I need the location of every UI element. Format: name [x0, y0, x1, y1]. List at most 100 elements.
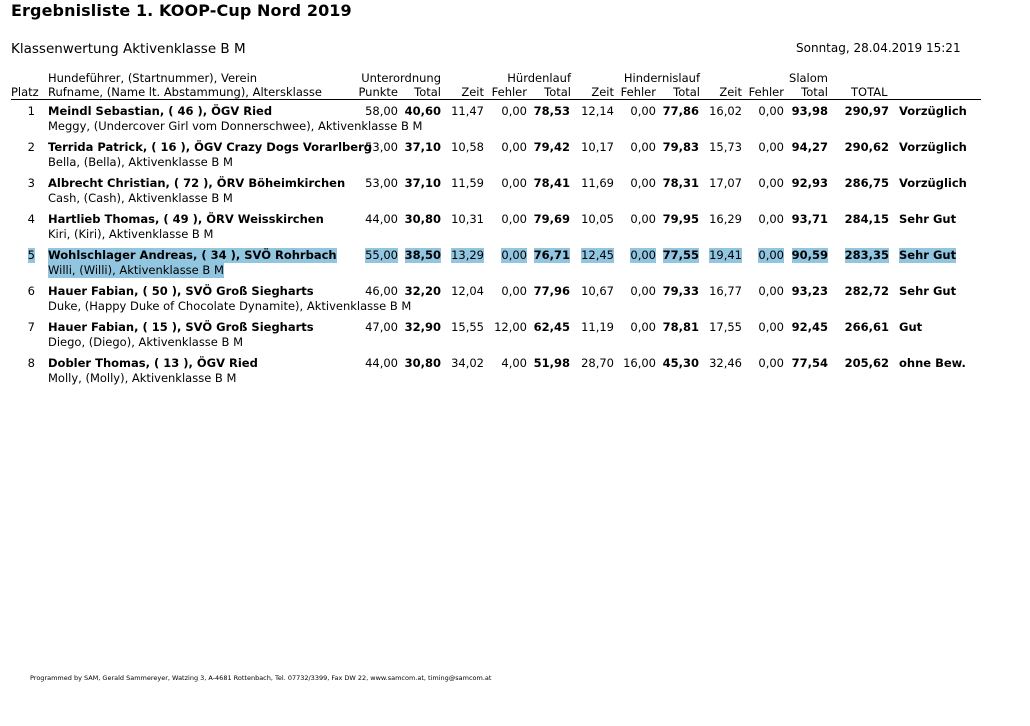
header-grand-total: TOTAL [851, 85, 888, 99]
cell-h-fehler: 0,00 [501, 104, 527, 118]
cell-handler: Hauer Fabian, ( 15 ), SVÖ Groß Siegharts [48, 320, 314, 334]
cell-s-fehler: 0,00 [758, 320, 784, 334]
header-uo-total: Total [414, 85, 441, 99]
table-row: 1 Meindl Sebastian, ( 46 ), ÖGV Ried Meggy… [0, 104, 1030, 140]
cell-uo-punkte: 44,00 [365, 356, 398, 370]
cell-h-fehler: 0,00 [501, 284, 527, 298]
cell-hi-total: 79,83 [662, 140, 699, 154]
header-slalom: Slalom [789, 71, 828, 85]
cell-platz: 6 [27, 284, 35, 298]
cell-uo-total: 32,90 [404, 320, 441, 334]
cell-hi-total: 79,33 [662, 284, 699, 298]
cell-hi-zeit: 28,70 [581, 356, 614, 370]
table-row: 8 Dobler Thomas, ( 13 ), ÖGV Ried Molly, (… [0, 356, 1030, 392]
cell-h-total: 79,69 [533, 212, 570, 226]
cell-h-zeit: 10,58 [451, 140, 484, 154]
cell-handler: Albrecht Christian, ( 72 ), ÖRV Böheimki… [48, 176, 346, 190]
cell-uo-punkte: 55,00 [365, 248, 398, 263]
cell-uo-total: 30,80 [404, 356, 441, 370]
cell-h-fehler: 0,00 [501, 212, 527, 226]
cell-h-fehler: 4,00 [501, 356, 527, 370]
cell-s-fehler: 0,00 [758, 356, 784, 370]
cell-uo-punkte: 44,00 [365, 212, 398, 226]
cell-grade: Sehr Gut [899, 248, 957, 263]
cell-uo-total: 40,60 [404, 104, 441, 118]
cell-hi-fehler: 0,00 [630, 176, 656, 190]
header-hi-fehler: Fehler [620, 85, 656, 99]
cell-h-zeit: 11,59 [451, 176, 484, 190]
cell-s-total: 93,23 [791, 284, 828, 298]
cell-s-fehler: 0,00 [758, 140, 784, 154]
cell-grade: Sehr Gut [899, 212, 957, 226]
cell-s-zeit: 15,73 [709, 140, 742, 154]
cell-hi-zeit: 10,05 [581, 212, 614, 226]
cell-handler: Hartlieb Thomas, ( 49 ), ÖRV Weisskirche… [48, 212, 324, 226]
cell-s-fehler: 0,00 [758, 248, 784, 263]
cell-h-fehler: 12,00 [494, 320, 527, 334]
cell-hi-total: 78,81 [662, 320, 699, 334]
cell-s-total: 94,27 [791, 140, 828, 154]
cell-hi-total: 77,55 [662, 248, 699, 263]
cell-s-fehler: 0,00 [758, 104, 784, 118]
cell-s-total: 77,54 [791, 356, 828, 370]
cell-uo-punkte: 53,00 [365, 140, 398, 154]
header-hi-total: Total [673, 85, 700, 99]
cell-hi-total: 78,31 [662, 176, 699, 190]
cell-h-fehler: 0,00 [501, 176, 527, 190]
cell-s-total: 92,45 [791, 320, 828, 334]
header-hi-zeit: Zeit [591, 85, 614, 99]
cell-dog: Bella, (Bella), Aktivenklasse B M [48, 155, 233, 169]
cell-handler: Dobler Thomas, ( 13 ), ÖGV Ried [48, 356, 258, 370]
table-row: 7 Hauer Fabian, ( 15 ), SVÖ Groß Sieghart… [0, 320, 1030, 356]
cell-h-fehler: 0,00 [501, 248, 527, 263]
cell-uo-total: 30,80 [404, 212, 441, 226]
cell-total: 286,75 [844, 176, 889, 190]
header-unterordnung: Unterordnung [361, 71, 441, 85]
header-hindernislauf: Hindernislauf [623, 71, 700, 85]
cell-total: 282,72 [844, 284, 889, 298]
header-h-zeit: Zeit [461, 85, 484, 99]
cell-h-total: 62,45 [533, 320, 570, 334]
header-h-total: Total [544, 85, 571, 99]
cell-uo-punkte: 46,00 [365, 284, 398, 298]
cell-s-zeit: 17,07 [709, 176, 742, 190]
cell-handler: Meindl Sebastian, ( 46 ), ÖGV Ried [48, 104, 273, 118]
cell-h-zeit: 11,47 [451, 104, 484, 118]
cell-handler: Hauer Fabian, ( 50 ), SVÖ Groß Siegharts [48, 284, 314, 298]
cell-hi-zeit: 12,14 [581, 104, 614, 118]
cell-grade: Gut [899, 320, 923, 334]
cell-hi-zeit: 11,69 [581, 176, 614, 190]
table-row: 2 Terrida Patrick, ( 16 ), ÖGV Crazy Dogs… [0, 140, 1030, 176]
cell-hi-zeit: 10,67 [581, 284, 614, 298]
cell-uo-total: 37,10 [404, 140, 441, 154]
cell-s-zeit: 19,41 [709, 248, 742, 263]
cell-handler: Terrida Patrick, ( 16 ), ÖGV Crazy Dogs … [48, 140, 372, 154]
cell-platz: 1 [27, 104, 35, 118]
cell-uo-total: 37,10 [404, 176, 441, 190]
cell-hi-zeit: 12,45 [581, 248, 614, 263]
cell-s-zeit: 17,55 [709, 320, 742, 334]
header-dog-info: Rufname, (Name lt. Abstammung), Alterskl… [48, 85, 322, 99]
cell-hi-fehler: 0,00 [630, 320, 656, 334]
cell-dog: Willi, (Willi), Aktivenklasse B M [48, 263, 224, 278]
cell-hi-fehler: 16,00 [623, 356, 656, 370]
cell-grade: Sehr Gut [899, 284, 957, 298]
cell-dog: Meggy, (Undercover Girl vom Donnerschwee… [48, 119, 423, 133]
header-s-zeit: Zeit [719, 85, 742, 99]
cell-grade: ohne Bew. [899, 356, 966, 370]
cell-total: 205,62 [844, 356, 889, 370]
cell-dog: Duke, (Happy Duke of Chocolate Dynamite)… [48, 299, 412, 313]
cell-h-total: 51,98 [533, 356, 570, 370]
cell-s-zeit: 16,02 [709, 104, 742, 118]
cell-s-total: 93,71 [791, 212, 828, 226]
cell-hi-fehler: 0,00 [630, 284, 656, 298]
cell-h-fehler: 0,00 [501, 140, 527, 154]
cell-h-total: 78,41 [533, 176, 570, 190]
cell-hi-total: 79,95 [662, 212, 699, 226]
cell-total: 290,62 [844, 140, 889, 154]
cell-s-total: 93,98 [791, 104, 828, 118]
header-divider [11, 99, 981, 100]
cell-platz: 4 [27, 212, 35, 226]
print-datetime: Sonntag, 28.04.2019 15:21 [796, 41, 961, 55]
cell-total: 284,15 [844, 212, 889, 226]
